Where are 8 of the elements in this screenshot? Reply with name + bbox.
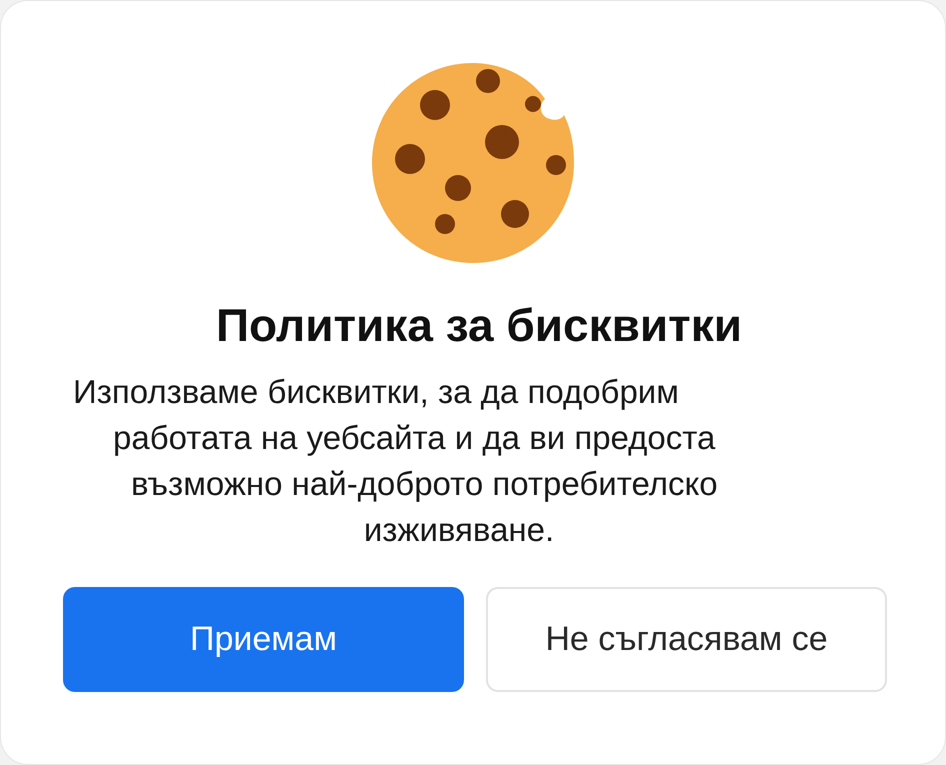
description-line: изживяване.	[364, 510, 554, 550]
cookie-icon	[372, 63, 574, 263]
description-line: работата на уебсайта и да ви предоста	[113, 418, 716, 458]
dialog-title: Политика за бисквитки	[214, 298, 742, 353]
accept-button[interactable]: Приемам	[63, 586, 464, 692]
description-line: възможно най-доброто потребителско	[131, 464, 718, 504]
description-line: Използваме бисквитки, за да подобрим	[73, 372, 679, 412]
decline-button[interactable]: Не съгласявам се	[486, 586, 887, 692]
